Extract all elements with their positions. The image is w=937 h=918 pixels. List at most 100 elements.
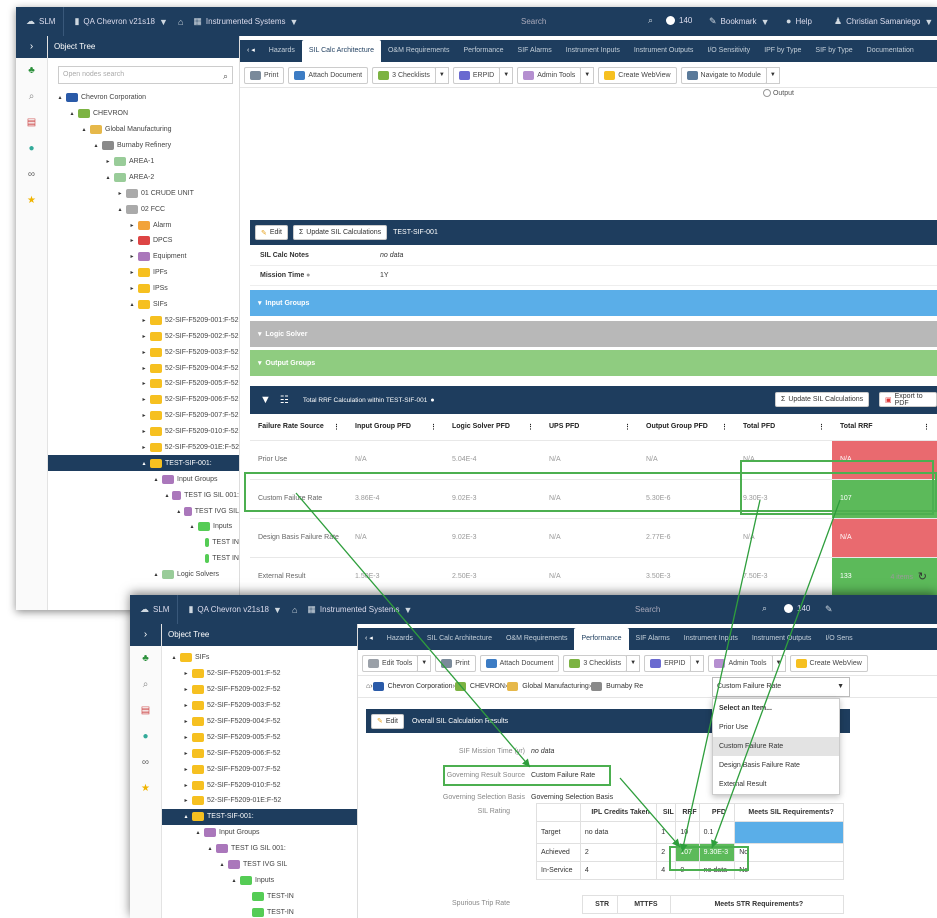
tree-node[interactable]: ▸ 01 CRUDE UNIT — [48, 185, 239, 201]
column-menu-icon[interactable]: ⋮ — [923, 423, 930, 431]
toolbar-button-attach-document[interactable]: Attach Document — [479, 655, 560, 672]
edit-button-2[interactable]: ✎ Edit — [371, 713, 404, 729]
tree-node[interactable]: ▴ AREA-2 — [48, 169, 239, 185]
column-header[interactable]: Output Group PFD ⋮ — [638, 414, 735, 441]
column-header[interactable]: Input Group PFD ⋮ — [347, 414, 444, 441]
expand-arrow-icon[interactable]: ▸ — [140, 333, 148, 340]
tree-search-input[interactable]: Open nodes search ⌕ — [58, 66, 233, 84]
link-icon[interactable]: ∞ — [16, 162, 47, 188]
home-button[interactable]: ⌂ — [178, 17, 183, 27]
expand-arrow-icon[interactable]: ▸ — [182, 702, 190, 709]
breadcrumb-item[interactable]: Chevron Corporation — [388, 683, 453, 690]
expand-arrow-icon[interactable]: ▸ — [140, 380, 148, 387]
tab-instrument-inputs[interactable]: Instrument Inputs — [677, 628, 745, 650]
breadcrumb-item[interactable]: Global Manufacturing — [522, 683, 589, 690]
expand-arrow-icon[interactable]: ▸ — [182, 734, 190, 741]
toolbar-button-attach-document[interactable]: Attach Document — [288, 67, 369, 84]
tab-scroll-left[interactable]: ‹ ◂ — [240, 40, 262, 62]
logic-solver-section[interactable]: ▾ Logic Solver — [250, 321, 937, 347]
update-sil-calculations-button[interactable]: Σ Update SIL Calculations — [292, 225, 388, 240]
expand-arrow-icon[interactable]: ▴ — [56, 94, 64, 101]
tab-performance[interactable]: Performance — [456, 40, 510, 62]
tree-icon[interactable]: ♣ — [130, 646, 161, 672]
tree-node[interactable]: ▴ Burnaby Refinery — [48, 138, 239, 154]
column-header[interactable]: UPS PFD ⋮ — [541, 414, 638, 441]
dropdown-option[interactable]: Custom Failure Rate — [713, 737, 839, 756]
tree-node[interactable]: TEST IN — [48, 535, 239, 551]
tree-node[interactable]: ▸ 52-SIF-F5209-004:F-52 — [162, 714, 357, 730]
tree-node[interactable]: ▴ SIFs — [48, 297, 239, 313]
tab-i-o-sensitivity[interactable]: I/O Sensitivity — [700, 40, 757, 62]
expand-arrow-icon[interactable]: ▴ — [152, 571, 160, 578]
tree-node[interactable]: ▴ Input Groups — [162, 825, 357, 841]
toolbar-button-3-checklists[interactable]: 3 Checklists — [563, 655, 628, 672]
tab-instrument-outputs[interactable]: Instrument Outputs — [627, 40, 701, 62]
toolbar-dropdown-caret-icon[interactable]: ▼ — [580, 67, 595, 84]
column-header[interactable]: Total PFD ⋮ — [735, 414, 832, 441]
expand-arrow-icon[interactable]: ▴ — [140, 460, 148, 467]
expand-arrow-icon[interactable]: ▴ — [80, 126, 88, 133]
expand-arrow-icon[interactable]: ▸ — [182, 750, 190, 757]
tree-node[interactable]: ▸ Equipment — [48, 249, 239, 265]
dropdown-option[interactable]: Design Basis Failure Rate — [713, 756, 839, 775]
export-pdf-button[interactable]: ▣ Export to PDF — [879, 392, 937, 407]
expand-arrow-icon[interactable]: ▸ — [182, 766, 190, 773]
tree-node[interactable]: ▸ 52-SIF-F5209-006:F-52 — [162, 745, 357, 761]
tree-node[interactable]: ▸ 52-SIF-F5209-006:F-52 — [48, 392, 239, 408]
tab-performance[interactable]: Performance — [574, 628, 629, 650]
tree-node[interactable]: TEST-IN — [162, 904, 357, 918]
expand-arrow-icon[interactable]: ▸ — [104, 158, 112, 165]
expand-arrow-icon[interactable]: ▸ — [182, 782, 190, 789]
tree-node[interactable]: ▸ DPCS — [48, 233, 239, 249]
tree-node[interactable]: ▸ 52-SIF-F5209-010:F-52 — [48, 424, 239, 440]
globe-icon[interactable]: ● — [16, 136, 47, 162]
toolbar-button-navigate-to-module[interactable]: Navigate to Module — [680, 67, 767, 84]
expand-arrow-icon[interactable]: ▸ — [140, 349, 148, 356]
tree-node[interactable]: ▸ 52-SIF-F5209-007:F-52 — [162, 761, 357, 777]
tab-instrument-inputs[interactable]: Instrument Inputs — [559, 40, 627, 62]
dropdown-option[interactable]: Prior Use — [713, 718, 839, 737]
expand-arrow-icon[interactable]: ▴ — [152, 476, 160, 483]
column-header[interactable]: Logic Solver PFD ⋮ — [444, 414, 541, 441]
tree-node[interactable]: ▸ 52-SIF-F5209-002:F-52 — [162, 682, 357, 698]
tab-i-o-sens[interactable]: I/O Sens — [818, 628, 859, 650]
tree-node[interactable]: ▸ 52-SIF-F5209-01E:F-52 — [162, 793, 357, 809]
global-search-input[interactable]: Search — [521, 17, 546, 26]
expand-arrow-icon[interactable]: ▸ — [128, 285, 136, 292]
tab-sif-alarms[interactable]: SIF Alarms — [629, 628, 677, 650]
expand-arrow-icon[interactable]: ▸ — [140, 444, 148, 451]
tree-node[interactable]: ▸ 52-SIF-F5209-005:F-52 — [162, 729, 357, 745]
collapse-toggle-2[interactable]: › — [130, 624, 161, 646]
module-selector[interactable]: ▦ Instrumented Systems ▼ — [193, 16, 298, 27]
expand-arrow-icon[interactable]: ▴ — [194, 829, 202, 836]
search-icon[interactable]: ⌕ — [762, 603, 767, 614]
toolbar-dropdown-caret-icon[interactable]: ▼ — [771, 655, 786, 672]
tab-hazards[interactable]: Hazards — [380, 628, 420, 650]
globe-icon[interactable]: ● — [130, 724, 161, 750]
bookmark-menu[interactable]: ✎ Bookmark ▼ — [709, 16, 769, 27]
expand-arrow-icon[interactable]: ▴ — [218, 861, 226, 868]
expand-arrow-icon[interactable]: ▸ — [140, 365, 148, 372]
edit-button[interactable]: ✎ Edit — [255, 225, 288, 240]
tab-o-m-requirements[interactable]: O&M Requirements — [381, 40, 456, 62]
expand-arrow-icon[interactable]: ▴ — [182, 813, 190, 820]
expand-arrow-icon[interactable]: ▸ — [182, 686, 190, 693]
tree-node[interactable]: ▴ 02 FCC — [48, 201, 239, 217]
tree-node[interactable]: ▸ 52-SIF-F5209-004:F-52 — [48, 360, 239, 376]
tab-sif-alarms[interactable]: SIF Alarms — [511, 40, 559, 62]
expand-arrow-icon[interactable]: ▴ — [104, 174, 112, 181]
column-menu-icon[interactable]: ⋮ — [333, 423, 340, 431]
expand-arrow-icon[interactable]: ▸ — [140, 317, 148, 324]
output-groups-section[interactable]: ▾ Output Groups — [250, 350, 937, 376]
tree-node[interactable]: ▸ 52-SIF-F5209-007:F-52 — [48, 408, 239, 424]
toolbar-button-create-webview[interactable]: Create WebView — [598, 67, 677, 84]
tree-node[interactable]: ▴ Logic Solvers — [48, 567, 239, 583]
toolbar-button-erpid[interactable]: ERPID — [644, 655, 692, 672]
column-menu-icon[interactable]: ⋮ — [721, 423, 728, 431]
toolbar-button-edit-tools[interactable]: Edit Tools — [362, 655, 419, 672]
tree-node[interactable]: ▴ TEST IG SIL 001: — [162, 841, 357, 857]
star-icon[interactable]: ★ — [16, 188, 47, 214]
tab-ipf-by-type[interactable]: IPF by Type — [757, 40, 808, 62]
tree-node[interactable]: ▴ TEST IVG SIL — [48, 503, 239, 519]
breadcrumb-item[interactable]: CHEVRON — [470, 683, 505, 690]
